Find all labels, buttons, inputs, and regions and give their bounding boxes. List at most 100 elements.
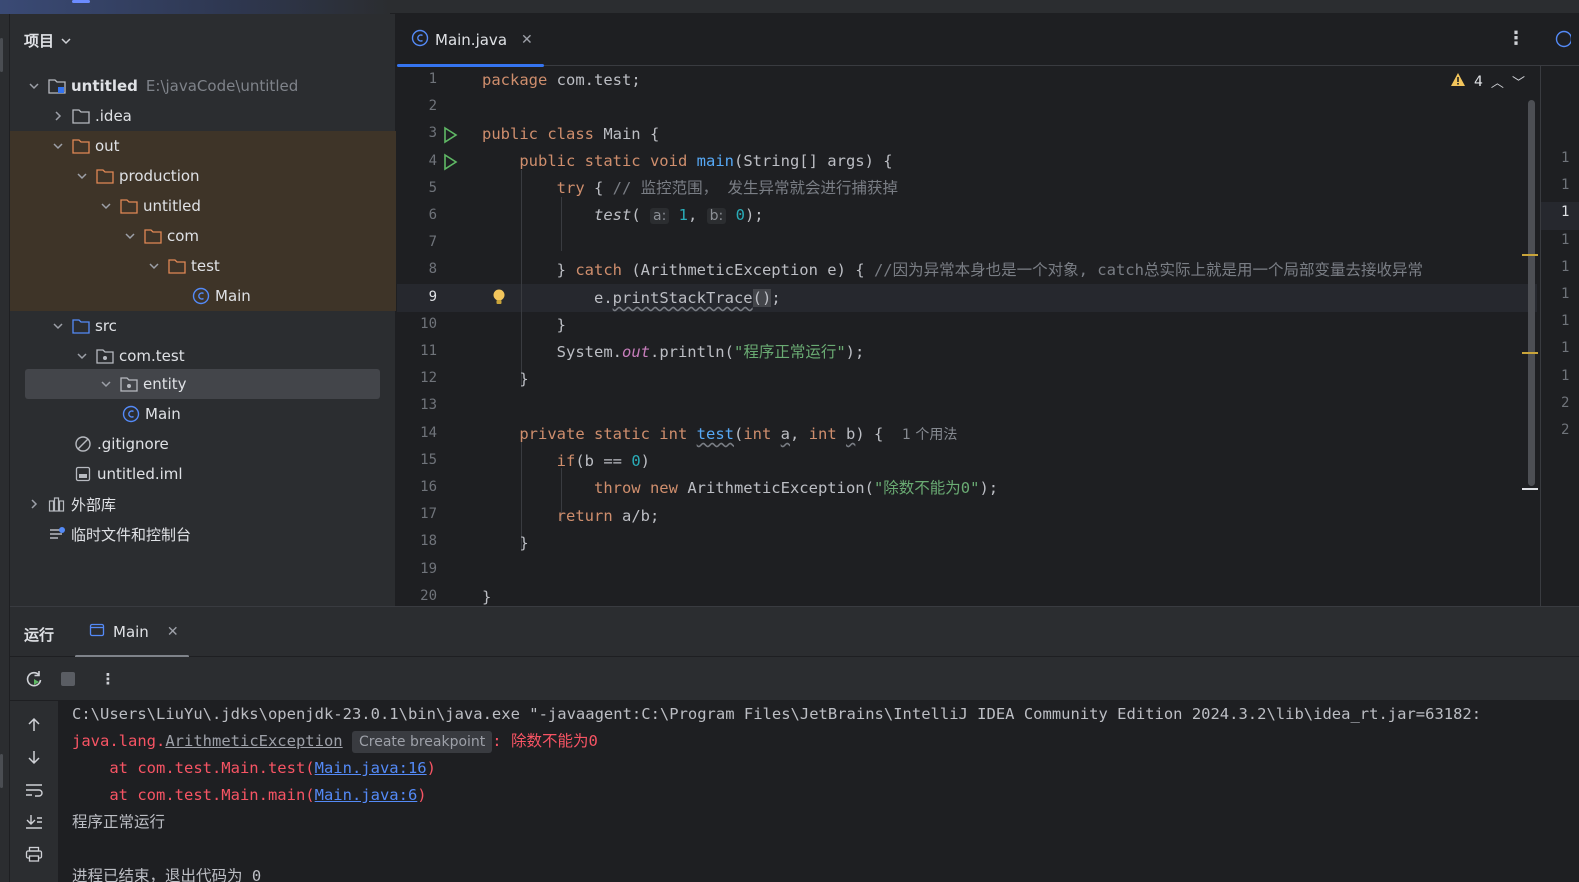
rerun-icon[interactable] [24,669,44,689]
tree-item-com[interactable]: com [10,221,396,251]
line-number[interactable]: 10 [397,316,437,332]
code-line-14[interactable]: private static int test(int a, int b) { … [482,421,957,449]
print-icon[interactable] [24,844,44,864]
line-number: 1 [1561,367,1570,384]
tree-item-test[interactable]: test [10,251,396,281]
class-icon [122,405,140,423]
chevron-down-icon[interactable] [122,228,138,244]
tree-item-iml[interactable]: untitled.iml [10,459,396,489]
code-line-1[interactable]: package com.test; [482,67,641,94]
warning-stripe[interactable] [1522,352,1538,354]
console-stack-line: at com.test.Main.main(Main.java:6) [72,786,427,804]
class-icon[interactable] [1555,30,1573,52]
code-line-15[interactable]: if(b == 0) [482,448,650,475]
warning-stripe[interactable] [1522,254,1538,256]
chevron-down-icon[interactable] [74,168,90,184]
chevron-down-icon[interactable] [50,138,66,154]
code-line-3[interactable]: public class Main { [482,121,659,148]
code-line-9[interactable]: e.printStackTrace(); [482,285,781,312]
tree-item-entity[interactable]: entity [25,369,380,399]
console-output[interactable]: C:\Users\LiuYu\.jdks\openjdk-23.0.1\bin\… [72,701,1481,882]
tab-main-java[interactable]: Main.java ✕ [397,14,544,67]
run-icon[interactable] [441,153,459,171]
line-number[interactable]: 20 [397,588,437,604]
code-line-18[interactable]: } [482,530,528,557]
arrow-down-icon[interactable] [24,747,44,767]
tree-item-main-class-out[interactable]: Main [10,281,396,311]
excluded-folder-icon [168,257,186,275]
inspection-widget[interactable]: 4 ︿ ﹀ [1450,72,1525,91]
tree-item-main-class-src[interactable]: Main [10,399,396,429]
chevron-down-icon[interactable] [146,258,162,274]
stop-icon[interactable] [58,669,78,689]
tree-item-label: com [167,227,200,245]
more-icon[interactable]: ⋮ [1507,28,1525,49]
tool-window-marker[interactable] [0,38,3,72]
chevron-right-icon[interactable] [26,496,42,512]
chevron-right-icon[interactable] [50,108,66,124]
line-number[interactable]: 6 [397,207,437,223]
exception-class-link[interactable]: ArithmeticException [165,732,342,750]
soft-wrap-icon[interactable] [24,780,44,800]
line-number[interactable]: 4 [397,153,437,169]
tree-item-untitled-out[interactable]: untitled [10,191,396,221]
more-icon[interactable]: ⋮ [98,669,118,689]
chevron-down-icon[interactable] [98,198,114,214]
line-number[interactable]: 12 [397,370,437,386]
close-icon[interactable]: ✕ [521,32,533,48]
scroll-to-end-icon[interactable] [24,812,44,832]
line-number[interactable]: 2 [397,98,437,114]
close-icon[interactable]: ✕ [167,624,179,640]
line-number[interactable]: 5 [397,180,437,196]
line-number[interactable]: 7 [397,234,437,250]
run-tab-main[interactable]: Main ✕ [75,607,189,658]
line-number[interactable]: 11 [397,343,437,359]
line-number[interactable]: 9 [397,289,437,305]
chevron-down-icon[interactable]: ﹀ [1512,72,1525,91]
create-breakpoint-button[interactable]: Create breakpoint [351,731,493,753]
line-number[interactable]: 18 [397,533,437,549]
chevron-down-icon[interactable] [74,348,90,364]
line-number[interactable]: 17 [397,506,437,522]
code-line-8[interactable]: } catch (ArithmeticException e) { //因为异常… [482,257,1423,284]
line-number[interactable]: 13 [397,397,437,413]
project-panel-header[interactable]: 项目 [24,30,72,51]
code-line-11[interactable]: System.out.println("程序正常运行"); [482,339,865,366]
chevron-down-icon[interactable] [26,78,42,94]
code-line-12[interactable]: } [482,366,528,393]
source-link[interactable]: Main.java:6 [315,786,418,804]
code-line-10[interactable]: } [482,312,566,339]
line-number[interactable]: 16 [397,479,437,495]
code-line-4[interactable]: public static void main(String[] args) { [482,148,892,175]
chevron-down-icon[interactable] [50,318,66,334]
tree-item-root[interactable]: untitled E:\javaCode\untitled [10,71,396,101]
tree-item-gitignore[interactable]: .gitignore [10,429,396,459]
tree-item-scratches[interactable]: 临时文件和控制台 [10,519,396,549]
code-line-5[interactable]: try { // 监控范围， 发生异常就会进行捕获掉 [482,175,898,202]
tree-item-label: Main [215,287,251,305]
source-link[interactable]: Main.java:16 [315,759,427,777]
line-number[interactable]: 19 [397,561,437,577]
tree-item-src[interactable]: src [10,311,396,341]
tree-item-com-test[interactable]: com.test [10,341,396,371]
run-icon[interactable] [441,126,459,144]
tree-item-external-libraries[interactable]: 外部库 [10,489,396,519]
left-tool-strip [0,14,10,882]
line-number[interactable]: 15 [397,452,437,468]
usages-hint: 1 个用法 [902,427,958,443]
vertical-scrollbar[interactable] [1528,100,1535,486]
line-number[interactable]: 1 [397,71,437,87]
line-number[interactable]: 3 [397,125,437,141]
tree-item-production[interactable]: production [10,161,396,191]
line-number[interactable]: 8 [397,261,437,277]
tree-item-idea[interactable]: .idea [10,101,396,131]
code-line-16[interactable]: throw new ArithmeticException("除数不能为0"); [482,475,998,502]
tool-window-marker[interactable] [0,754,3,788]
chevron-down-icon[interactable] [98,376,114,392]
code-line-6[interactable]: test( a: 1, b: 0); [482,202,764,230]
arrow-up-icon[interactable] [24,715,44,735]
code-line-17[interactable]: return a/b; [482,503,660,530]
line-number[interactable]: 14 [397,425,437,441]
chevron-up-icon[interactable]: ︿ [1491,72,1504,91]
tree-item-out[interactable]: out [10,131,396,161]
